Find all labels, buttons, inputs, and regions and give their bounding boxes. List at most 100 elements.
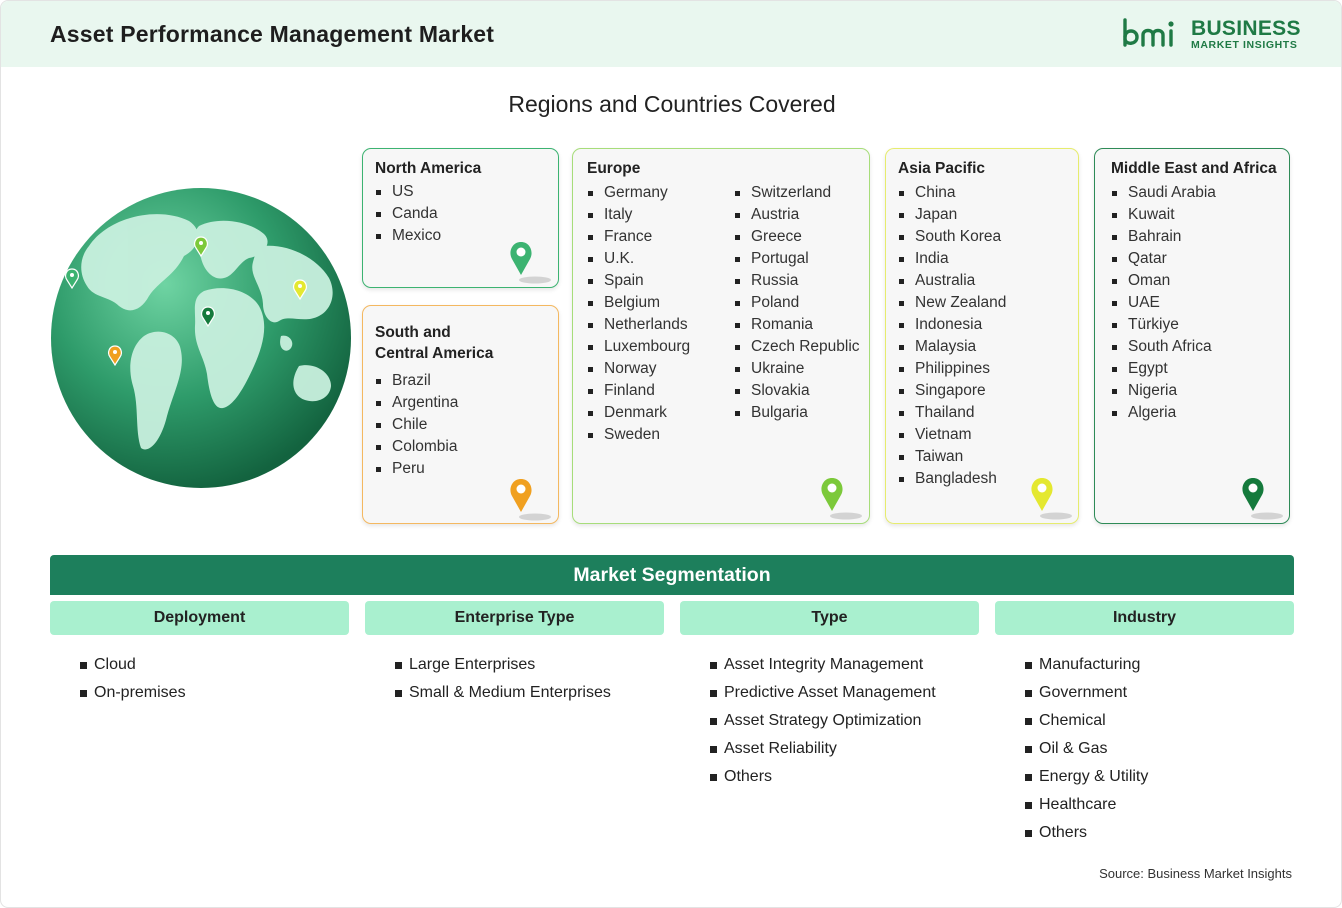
country-item: Oman	[1111, 270, 1216, 292]
segment-heading-enterprise-type: Enterprise Type	[365, 601, 664, 635]
country-item: South Korea	[898, 226, 1006, 248]
country-list: Saudi Arabia Kuwait Bahrain Qatar Oman U…	[1111, 182, 1216, 424]
segment-item: Others	[710, 763, 936, 791]
country-item: Nigeria	[1111, 380, 1216, 402]
country-item: Germany	[587, 182, 690, 204]
country-item: Ukraine	[734, 358, 860, 380]
country-item: South Africa	[1111, 336, 1216, 358]
segment-item: Asset Strategy Optimization	[710, 707, 936, 735]
country-list-col2: Switzerland Austria Greece Portugal Russ…	[734, 182, 860, 424]
region-title-line: South and	[375, 324, 451, 341]
region-card-middle-east-africa: Middle East and Africa Saudi Arabia Kuwa…	[1094, 148, 1290, 524]
country-item: Bangladesh	[898, 468, 1006, 490]
segment-list-type: Asset Integrity Management Predictive As…	[710, 651, 936, 791]
segment-item: Government	[1025, 679, 1148, 707]
segment-heading-industry: Industry	[995, 601, 1294, 635]
country-list-col1: Germany Italy France U.K. Spain Belgium …	[587, 182, 690, 446]
country-item: Slovakia	[734, 380, 860, 402]
segment-item: Oil & Gas	[1025, 735, 1148, 763]
region-title: Asia Pacific	[898, 160, 986, 177]
segment-list-enterprise-type: Large Enterprises Small & Medium Enterpr…	[395, 651, 611, 707]
country-item: Belgium	[587, 292, 690, 314]
country-item: Philippines	[898, 358, 1006, 380]
segment-list-industry: Manufacturing Government Chemical Oil & …	[1025, 651, 1148, 847]
country-item: Brazil	[375, 370, 458, 392]
country-item: Argentina	[375, 392, 458, 414]
map-pin-icon	[1242, 478, 1283, 520]
country-item: Japan	[898, 204, 1006, 226]
country-item: Türkiye	[1111, 314, 1216, 336]
country-list: Brazil Argentina Chile Colombia Peru	[375, 370, 458, 480]
segment-item: Manufacturing	[1025, 651, 1148, 679]
country-item: Denmark	[587, 402, 690, 424]
logo-word-business: BUSINESS	[1191, 17, 1301, 40]
country-item: Finland	[587, 380, 690, 402]
segment-item: Asset Integrity Management	[710, 651, 936, 679]
country-item: Greece	[734, 226, 860, 248]
country-item: Peru	[375, 458, 458, 480]
map-pin-icon	[510, 479, 551, 521]
map-pin-icon	[821, 478, 862, 520]
country-item: Bahrain	[1111, 226, 1216, 248]
segment-heading-deployment: Deployment	[50, 601, 349, 635]
country-item: Bulgaria	[734, 402, 860, 424]
country-item: U.K.	[587, 248, 690, 270]
segment-heading-type: Type	[680, 601, 979, 635]
bmi-logo: BUSINESS MARKET INSIGHTS	[1121, 17, 1301, 53]
country-item: Norway	[587, 358, 690, 380]
country-item: Austria	[734, 204, 860, 226]
page-title: Asset Performance Management Market	[50, 21, 495, 47]
segment-item: Large Enterprises	[395, 651, 611, 679]
country-item: India	[898, 248, 1006, 270]
bmi-logo-mark-icon	[1123, 18, 1174, 47]
country-item: Netherlands	[587, 314, 690, 336]
country-item: Australia	[898, 270, 1006, 292]
region-card-europe: Europe Germany Italy France U.K. Spain B…	[572, 148, 870, 524]
segment-item: Asset Reliability	[710, 735, 936, 763]
country-item: Egypt	[1111, 358, 1216, 380]
segment-item: Cloud	[80, 651, 186, 679]
region-card-north-america: North America US Canda Mexico	[362, 148, 559, 288]
country-item: Vietnam	[898, 424, 1006, 446]
map-pin-icon	[510, 242, 551, 284]
country-item: Portugal	[734, 248, 860, 270]
globe-icon	[51, 188, 351, 488]
segment-item: Energy & Utility	[1025, 763, 1148, 791]
country-list: US Canda Mexico	[375, 181, 441, 247]
country-item: Poland	[734, 292, 860, 314]
country-item: Chile	[375, 414, 458, 436]
country-item: Thailand	[898, 402, 1006, 424]
country-item: Switzerland	[734, 182, 860, 204]
country-item: Spain	[587, 270, 690, 292]
source-note: Source: Business Market Insights	[1099, 866, 1292, 881]
country-item: Kuwait	[1111, 204, 1216, 226]
country-item: Algeria	[1111, 402, 1216, 424]
country-item: Sweden	[587, 424, 690, 446]
country-item: Saudi Arabia	[1111, 182, 1216, 204]
regions-section-title: Regions and Countries Covered	[508, 91, 836, 117]
header-bar: Asset Performance Management Market BUSI…	[1, 1, 1341, 67]
region-title-line: Central America	[375, 345, 494, 362]
country-item: Taiwan	[898, 446, 1006, 468]
region-title: North America	[375, 160, 482, 177]
country-item: New Zealand	[898, 292, 1006, 314]
country-item: US	[375, 181, 441, 203]
country-item: Malaysia	[898, 336, 1006, 358]
country-item: Mexico	[375, 225, 441, 247]
country-item: Russia	[734, 270, 860, 292]
region-card-asia-pacific: Asia Pacific China Japan South Korea Ind…	[885, 148, 1079, 524]
infographic-frame: Asset Performance Management Market BUSI…	[0, 0, 1342, 908]
country-item: Romania	[734, 314, 860, 336]
logo-word-market-insights: MARKET INSIGHTS	[1191, 39, 1298, 51]
country-item: Luxembourg	[587, 336, 690, 358]
country-item: Qatar	[1111, 248, 1216, 270]
segment-item: Chemical	[1025, 707, 1148, 735]
segment-item: On-premises	[80, 679, 186, 707]
country-list: China Japan South Korea India Australia …	[898, 182, 1006, 490]
region-title: Middle East and Africa	[1111, 160, 1277, 177]
country-item: France	[587, 226, 690, 248]
country-item: Singapore	[898, 380, 1006, 402]
country-item: Canda	[375, 203, 441, 225]
region-title: South and Central America	[375, 322, 493, 364]
region-title: Europe	[587, 160, 641, 177]
